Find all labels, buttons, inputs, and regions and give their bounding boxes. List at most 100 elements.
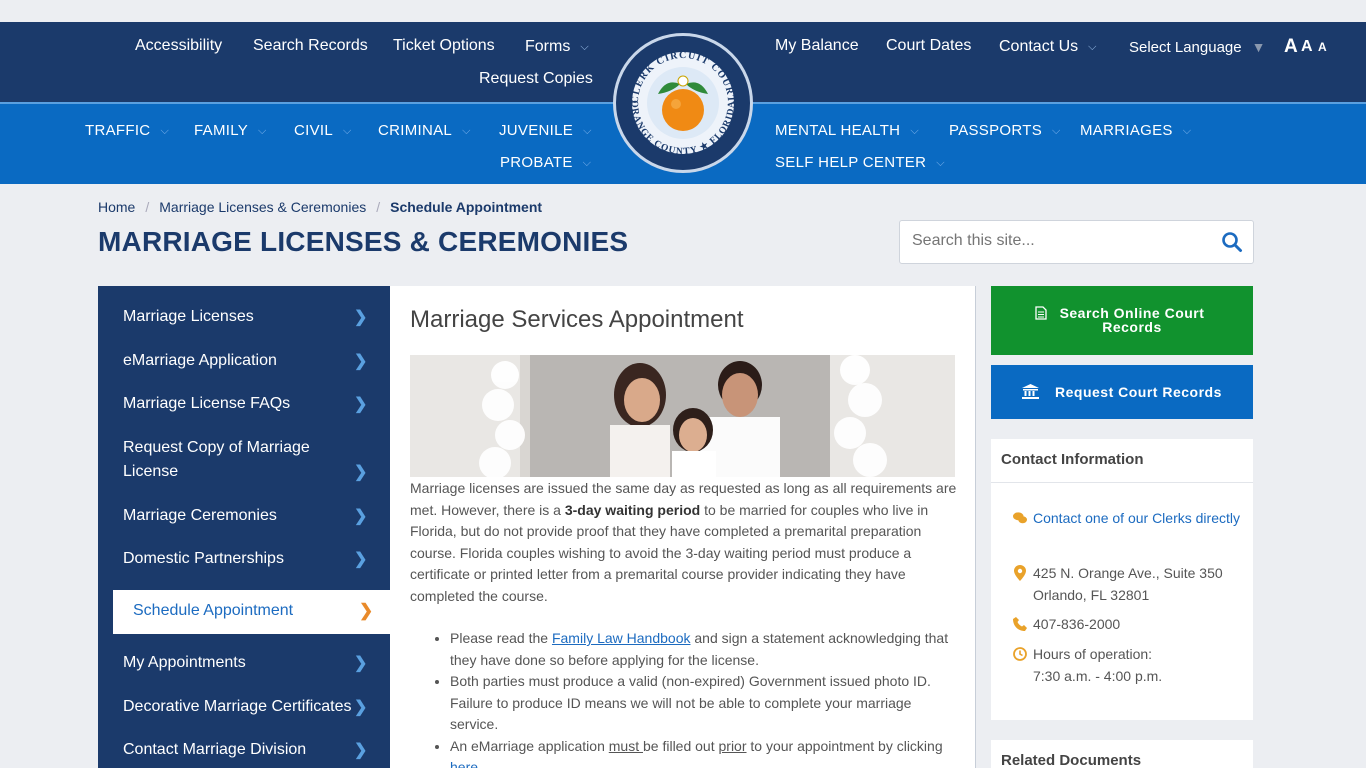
nav-forms[interactable]: Forms ⌵ [525, 38, 589, 56]
related-documents-card: Related Documents [991, 740, 1253, 768]
search-online-court-records-button[interactable]: Search Online Court Records [991, 286, 1253, 355]
document-icon [1035, 306, 1047, 320]
chevron-right-icon: ❯ [354, 551, 368, 568]
chevron-down-icon: ⌵ [1052, 125, 1061, 137]
nav-contact-us-label: Contact Us [999, 38, 1079, 55]
nav-mental-health[interactable]: MENTAL HEALTH ⌵ [775, 122, 919, 139]
list-item: An eMarriage application must be filled … [450, 736, 950, 768]
font-size-medium[interactable]: A [1301, 38, 1313, 56]
sidebar-item-label: Schedule Appointment [133, 602, 294, 619]
courthouse-icon [1022, 384, 1039, 399]
sidebar-item-schedule-appointment[interactable]: Schedule Appointment ❯ [113, 590, 390, 634]
nav-ticket-options[interactable]: Ticket Options [393, 37, 495, 55]
sidebar-item-marriage-licenses[interactable]: Marriage Licenses [123, 305, 363, 329]
address-line-1: 425 N. Orange Ave., Suite 350 [1033, 565, 1223, 581]
nav-family[interactable]: FAMILY ⌵ [194, 122, 267, 139]
contact-clerk-link[interactable]: Contact one of our Clerks directly [1033, 508, 1253, 529]
address-row: 425 N. Orange Ave., Suite 350 Orlando, F… [1013, 563, 1253, 605]
main-content: Marriage Services Appointment Marriage l… [390, 286, 976, 768]
caret-down-icon: ▼ [1251, 39, 1266, 55]
breadcrumb-section[interactable]: Marriage Licenses & Ceremonies [159, 199, 366, 215]
bullet3-text-a: An eMarriage application [450, 737, 609, 754]
nav-self-help-label: SELF HELP CENTER [775, 154, 927, 171]
search-input[interactable] [912, 232, 1212, 250]
chevron-right-icon: ❯ [359, 601, 374, 620]
sidebar-item-marriage-license-faqs[interactable]: Marriage License FAQs [123, 392, 363, 416]
nav-accessibility[interactable]: Accessibility [135, 37, 222, 55]
clerk-seal-logo[interactable]: CLERK CIRCUIT COURT ORANGE COUNTY ★ FLOR… [613, 33, 753, 173]
bullet3-text-b: be filled out [643, 737, 719, 754]
chevron-down-icon: ⌵ [1182, 125, 1192, 137]
bullet2-text: Both parties must produce a valid (non-e… [450, 673, 931, 732]
nav-request-copies[interactable]: Request Copies [479, 70, 593, 88]
phone-number[interactable]: 407-836-2000 [1033, 614, 1253, 635]
section-sidebar: Marriage Licenses ❯ eMarriage Applicatio… [98, 286, 390, 768]
chevron-right-icon: ❯ [354, 699, 368, 716]
list-item: Please read the Family Law Handbook and … [450, 628, 950, 671]
chevron-down-icon: ⌵ [910, 125, 919, 137]
chevron-down-icon: ⌵ [1088, 41, 1097, 53]
nav-contact-us[interactable]: Contact Us ⌵ [999, 38, 1096, 56]
related-heading: Related Documents [1001, 752, 1142, 768]
sidebar-item-domestic-partnerships[interactable]: Domestic Partnerships [123, 547, 363, 571]
chevron-down-icon: ⌵ [580, 41, 589, 53]
contact-information-card: Contact Information Contact one of our C… [991, 439, 1253, 720]
sidebar-item-contact-marriage-division[interactable]: Contact Marriage Division [123, 738, 363, 762]
chevron-down-icon: ⌵ [462, 125, 471, 137]
nav-civil[interactable]: CIVIL ⌵ [294, 122, 352, 139]
font-size-small[interactable]: A [1318, 40, 1327, 54]
nav-mental-health-label: MENTAL HEALTH [775, 122, 901, 139]
nav-self-help-center[interactable]: SELF HELP CENTER ⌵ [775, 154, 945, 171]
chevron-down-icon: ⌵ [936, 157, 945, 169]
font-size-large[interactable]: A [1284, 36, 1298, 58]
nav-traffic[interactable]: TRAFFIC ⌵ [85, 122, 169, 139]
emarriage-here-link[interactable]: here [450, 759, 478, 768]
request-court-records-button[interactable]: Request Court Records [991, 365, 1253, 419]
breadcrumb-home[interactable]: Home [98, 199, 135, 215]
chevron-right-icon: ❯ [354, 396, 368, 413]
article-intro: Marriage licenses are issued the same da… [410, 478, 960, 607]
sidebar-item-decorative-certificates[interactable]: Decorative Marriage Certificates [123, 695, 358, 719]
language-label: Select Language [1129, 39, 1242, 56]
sidebar-item-request-copy[interactable]: Request Copy of Marriage License [123, 436, 338, 484]
nav-juvenile[interactable]: JUVENILE ⌵ [499, 122, 592, 139]
requirements-list: Please read the Family Law Handbook and … [430, 628, 950, 768]
nav-civil-label: CIVIL [294, 122, 334, 139]
sidebar-item-emarriage-application[interactable]: eMarriage Application [123, 349, 363, 373]
clock-icon [1013, 647, 1027, 661]
address-line-2: Orlando, FL 32801 [1033, 587, 1150, 603]
bullet1-text-a: Please read the [450, 630, 552, 646]
breadcrumb: Home / Marriage Licenses & Ceremonies / Sche… [98, 199, 543, 215]
nav-criminal[interactable]: CRIMINAL ⌵ [378, 122, 471, 139]
list-item: Both parties must produce a valid (non-e… [450, 671, 950, 736]
nav-forms-label: Forms [525, 38, 571, 55]
language-select[interactable]: Select Language ▼ [1129, 39, 1265, 56]
nav-probate[interactable]: PROBATE ⌵ [500, 154, 591, 171]
search-records-label: Search Online Court Records [1059, 305, 1205, 335]
prior-text: prior [718, 737, 747, 754]
search-icon[interactable] [1221, 231, 1243, 253]
nav-traffic-label: TRAFFIC [85, 122, 151, 139]
family-law-handbook-link[interactable]: Family Law Handbook [552, 630, 691, 646]
nav-passports-label: PASSPORTS [949, 122, 1043, 139]
hours-value: 7:30 a.m. - 4:00 p.m. [1033, 668, 1163, 684]
nav-marriages[interactable]: MARRIAGES ⌵ [1080, 122, 1191, 139]
top-strip [0, 0, 1366, 22]
chevron-right-icon: ❯ [354, 353, 368, 370]
nav-passports[interactable]: PASSPORTS ⌵ [949, 122, 1061, 139]
chat-icon [1013, 512, 1027, 524]
contact-heading: Contact Information [1001, 451, 1144, 468]
nav-my-balance[interactable]: My Balance [775, 37, 859, 55]
page-title: MARRIAGE LICENSES & CEREMONIES [98, 226, 629, 257]
request-records-label: Request Court Records [1055, 384, 1222, 400]
sidebar-item-marriage-ceremonies[interactable]: Marriage Ceremonies [123, 504, 363, 528]
nav-search-records[interactable]: Search Records [253, 37, 368, 55]
chevron-right-icon: ❯ [354, 508, 368, 525]
sidebar-item-my-appointments[interactable]: My Appointments [123, 651, 363, 675]
waiting-period-text: 3-day waiting period [564, 501, 701, 518]
map-pin-icon [1014, 565, 1026, 581]
nav-court-dates[interactable]: Court Dates [886, 37, 971, 55]
chevron-right-icon: ❯ [354, 742, 368, 759]
phone-icon [1013, 617, 1027, 631]
contact-clerk-row: Contact one of our Clerks directly [1013, 508, 1253, 550]
